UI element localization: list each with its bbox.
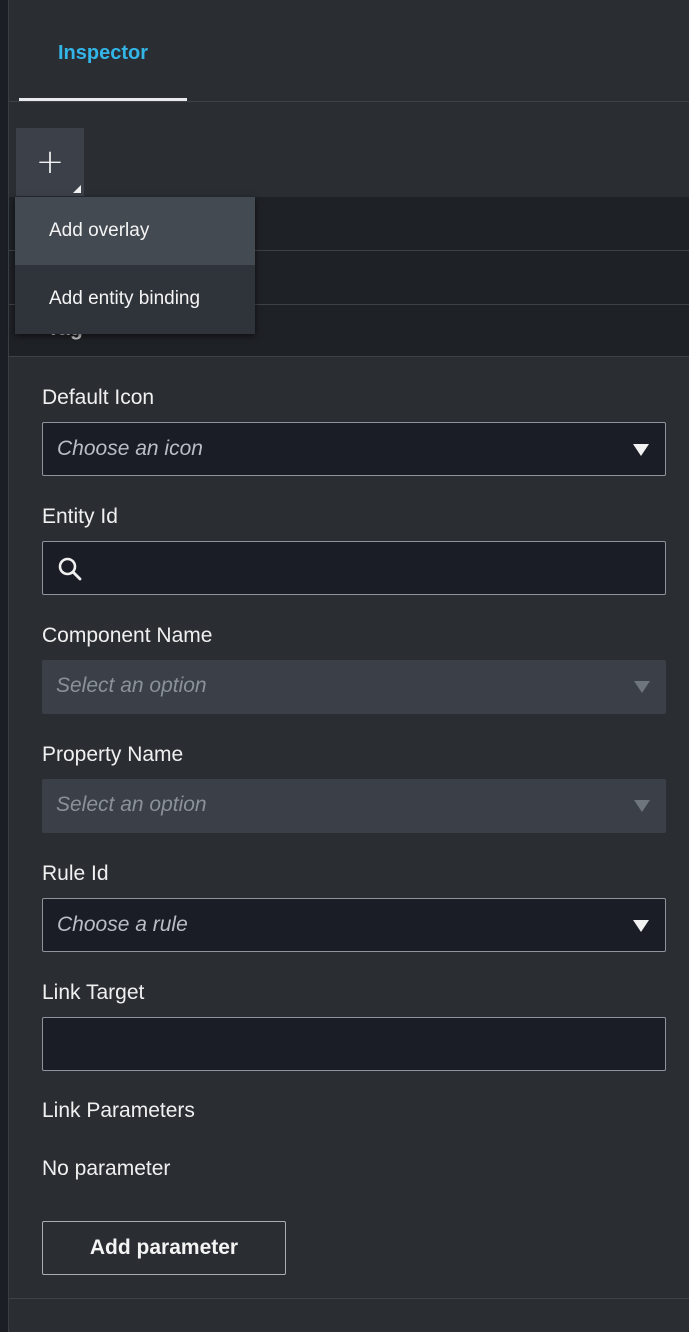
divider bbox=[9, 1298, 689, 1299]
menu-item-add-overlay[interactable]: Add overlay bbox=[15, 197, 255, 265]
tab-bar: Inspector bbox=[9, 0, 689, 102]
link-target-input[interactable] bbox=[43, 1018, 665, 1070]
plus-icon: + bbox=[35, 142, 65, 182]
component-name-placeholder: Select an option bbox=[56, 674, 207, 697]
inspector-panel: Inspector + ▾ Tag Add overlay Add entity… bbox=[8, 0, 689, 1332]
add-menu: Add overlay Add entity binding bbox=[15, 197, 255, 334]
property-name-select[interactable]: Select an option bbox=[42, 779, 666, 833]
rule-id-select[interactable]: Choose a rule bbox=[42, 898, 666, 952]
default-icon-select[interactable]: Choose an icon bbox=[42, 422, 666, 476]
default-icon-label: Default Icon bbox=[42, 386, 155, 409]
add-parameter-button[interactable]: Add parameter bbox=[42, 1221, 286, 1275]
entity-id-label: Entity Id bbox=[42, 505, 118, 528]
entity-id-input[interactable] bbox=[43, 542, 665, 594]
caret-down-icon bbox=[633, 920, 649, 932]
dropdown-corner-icon bbox=[73, 185, 81, 193]
link-parameters-label: Link Parameters bbox=[42, 1099, 195, 1122]
rule-id-placeholder: Choose a rule bbox=[57, 913, 188, 936]
toolbar: + bbox=[9, 102, 689, 197]
caret-down-icon bbox=[634, 800, 650, 812]
component-name-label: Component Name bbox=[42, 624, 213, 647]
tab-inspector[interactable]: Inspector bbox=[19, 0, 187, 101]
component-name-select[interactable]: Select an option bbox=[42, 660, 666, 714]
link-target-field[interactable] bbox=[42, 1017, 666, 1071]
caret-down-icon bbox=[634, 681, 650, 693]
link-target-label: Link Target bbox=[42, 981, 145, 1004]
default-icon-placeholder: Choose an icon bbox=[57, 437, 203, 460]
rule-id-label: Rule Id bbox=[42, 862, 109, 885]
menu-item-add-entity-binding[interactable]: Add entity binding bbox=[15, 265, 255, 333]
property-name-placeholder: Select an option bbox=[56, 793, 207, 816]
entity-id-field[interactable] bbox=[42, 541, 666, 595]
caret-down-icon bbox=[633, 444, 649, 456]
no-parameter-text: No parameter bbox=[42, 1157, 171, 1180]
property-name-label: Property Name bbox=[42, 743, 184, 766]
add-button[interactable]: + bbox=[16, 128, 84, 196]
